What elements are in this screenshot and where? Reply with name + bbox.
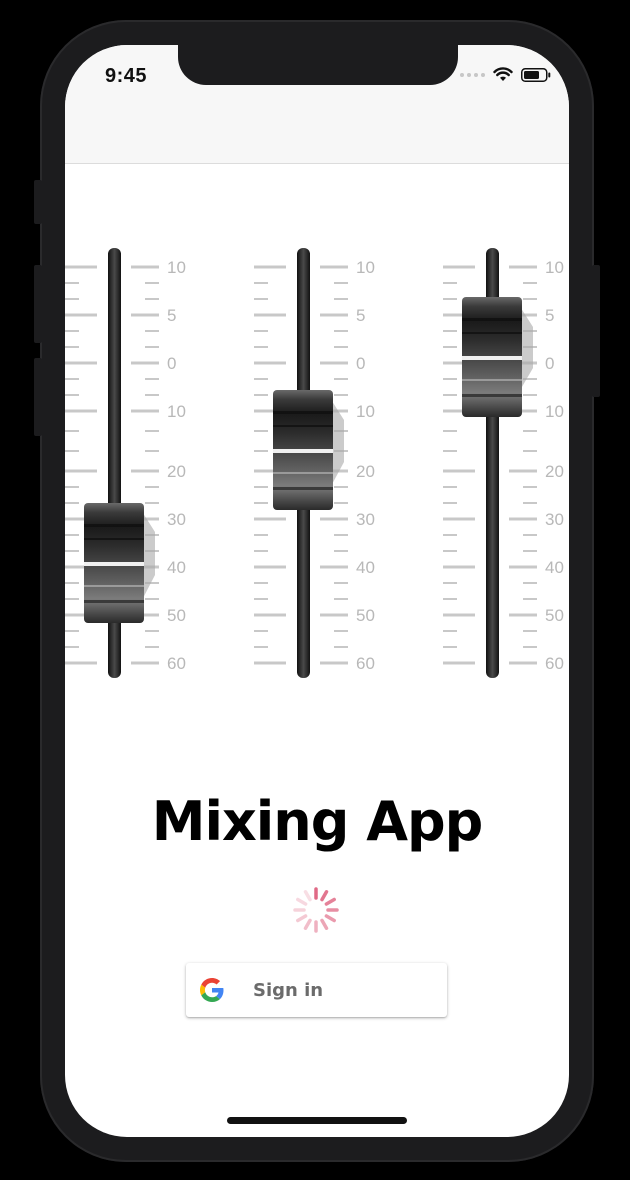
app-screen: 9:45 10 5 0 10 20 30 40 50 60 10 5 0 10 … (65, 45, 569, 1137)
fader-3-scale-label: 20 (545, 462, 564, 481)
google-logo-icon (200, 978, 224, 1002)
fader-3-scale-label: 0 (545, 354, 554, 373)
fader-3[interactable]: 10 5 0 10 20 30 40 50 60 (443, 248, 564, 678)
power-button (592, 265, 600, 397)
mixer-faders: 10 5 0 10 20 30 40 50 60 10 5 0 10 20 30… (65, 248, 564, 678)
fader-2-scale-label: 0 (356, 354, 365, 373)
home-indicator[interactable] (227, 1117, 407, 1124)
status-icons (460, 67, 551, 82)
fader-1-scale-label: 60 (167, 654, 186, 673)
fader-1-scale-label: 40 (167, 558, 186, 577)
fader-1-scale-label: 50 (167, 606, 186, 625)
device-notch (178, 45, 458, 85)
google-sign-in-button[interactable]: Sign in (186, 963, 447, 1017)
status-time: 9:45 (105, 65, 148, 87)
fader-3-scale-label: 10 (545, 258, 564, 277)
fader-2-scale-label: 5 (356, 306, 365, 325)
fader-3-scale-label: 60 (545, 654, 564, 673)
fader-3-scale-label: 50 (545, 606, 564, 625)
fader-1-scale-label: 30 (167, 510, 186, 529)
fader-3-scale-label: 10 (545, 402, 564, 421)
volume-up-button (34, 265, 42, 343)
fader-3-scale-label: 5 (545, 306, 554, 325)
fader-1-scale-label: 10 (167, 402, 186, 421)
fader-2-scale-label: 40 (356, 558, 375, 577)
fader-1-scale-label: 0 (167, 354, 176, 373)
volume-down-button (34, 358, 42, 436)
fader-3-scale-label: 40 (545, 558, 564, 577)
mute-switch (34, 180, 42, 224)
loading-spinner-icon (293, 887, 339, 933)
fader-2-scale-label: 60 (356, 654, 375, 673)
battery-icon (521, 67, 551, 82)
fader-3-scale-label: 30 (545, 510, 564, 529)
fader-1-scale-label: 20 (167, 462, 186, 481)
fader-1[interactable]: 10 5 0 10 20 30 40 50 60 (65, 248, 186, 678)
sign-in-label: Sign in (253, 980, 324, 1001)
wifi-icon (493, 67, 513, 81)
fader-2-knob[interactable] (273, 390, 344, 510)
app-title: Mixing App (151, 790, 484, 853)
fader-2[interactable]: 10 5 0 10 20 30 40 50 60 (254, 248, 375, 678)
cellular-signal-icon (460, 72, 485, 77)
fader-3-knob[interactable] (462, 297, 533, 417)
fader-2-scale-label: 10 (356, 258, 375, 277)
fader-2-scale-label: 20 (356, 462, 375, 481)
fader-1-scale-label: 5 (167, 306, 176, 325)
fader-2-scale-label: 30 (356, 510, 375, 529)
fader-2-scale-label: 10 (356, 402, 375, 421)
fader-1-scale-label: 10 (167, 258, 186, 277)
fader-1-knob[interactable] (84, 503, 155, 623)
fader-2-scale-label: 50 (356, 606, 375, 625)
